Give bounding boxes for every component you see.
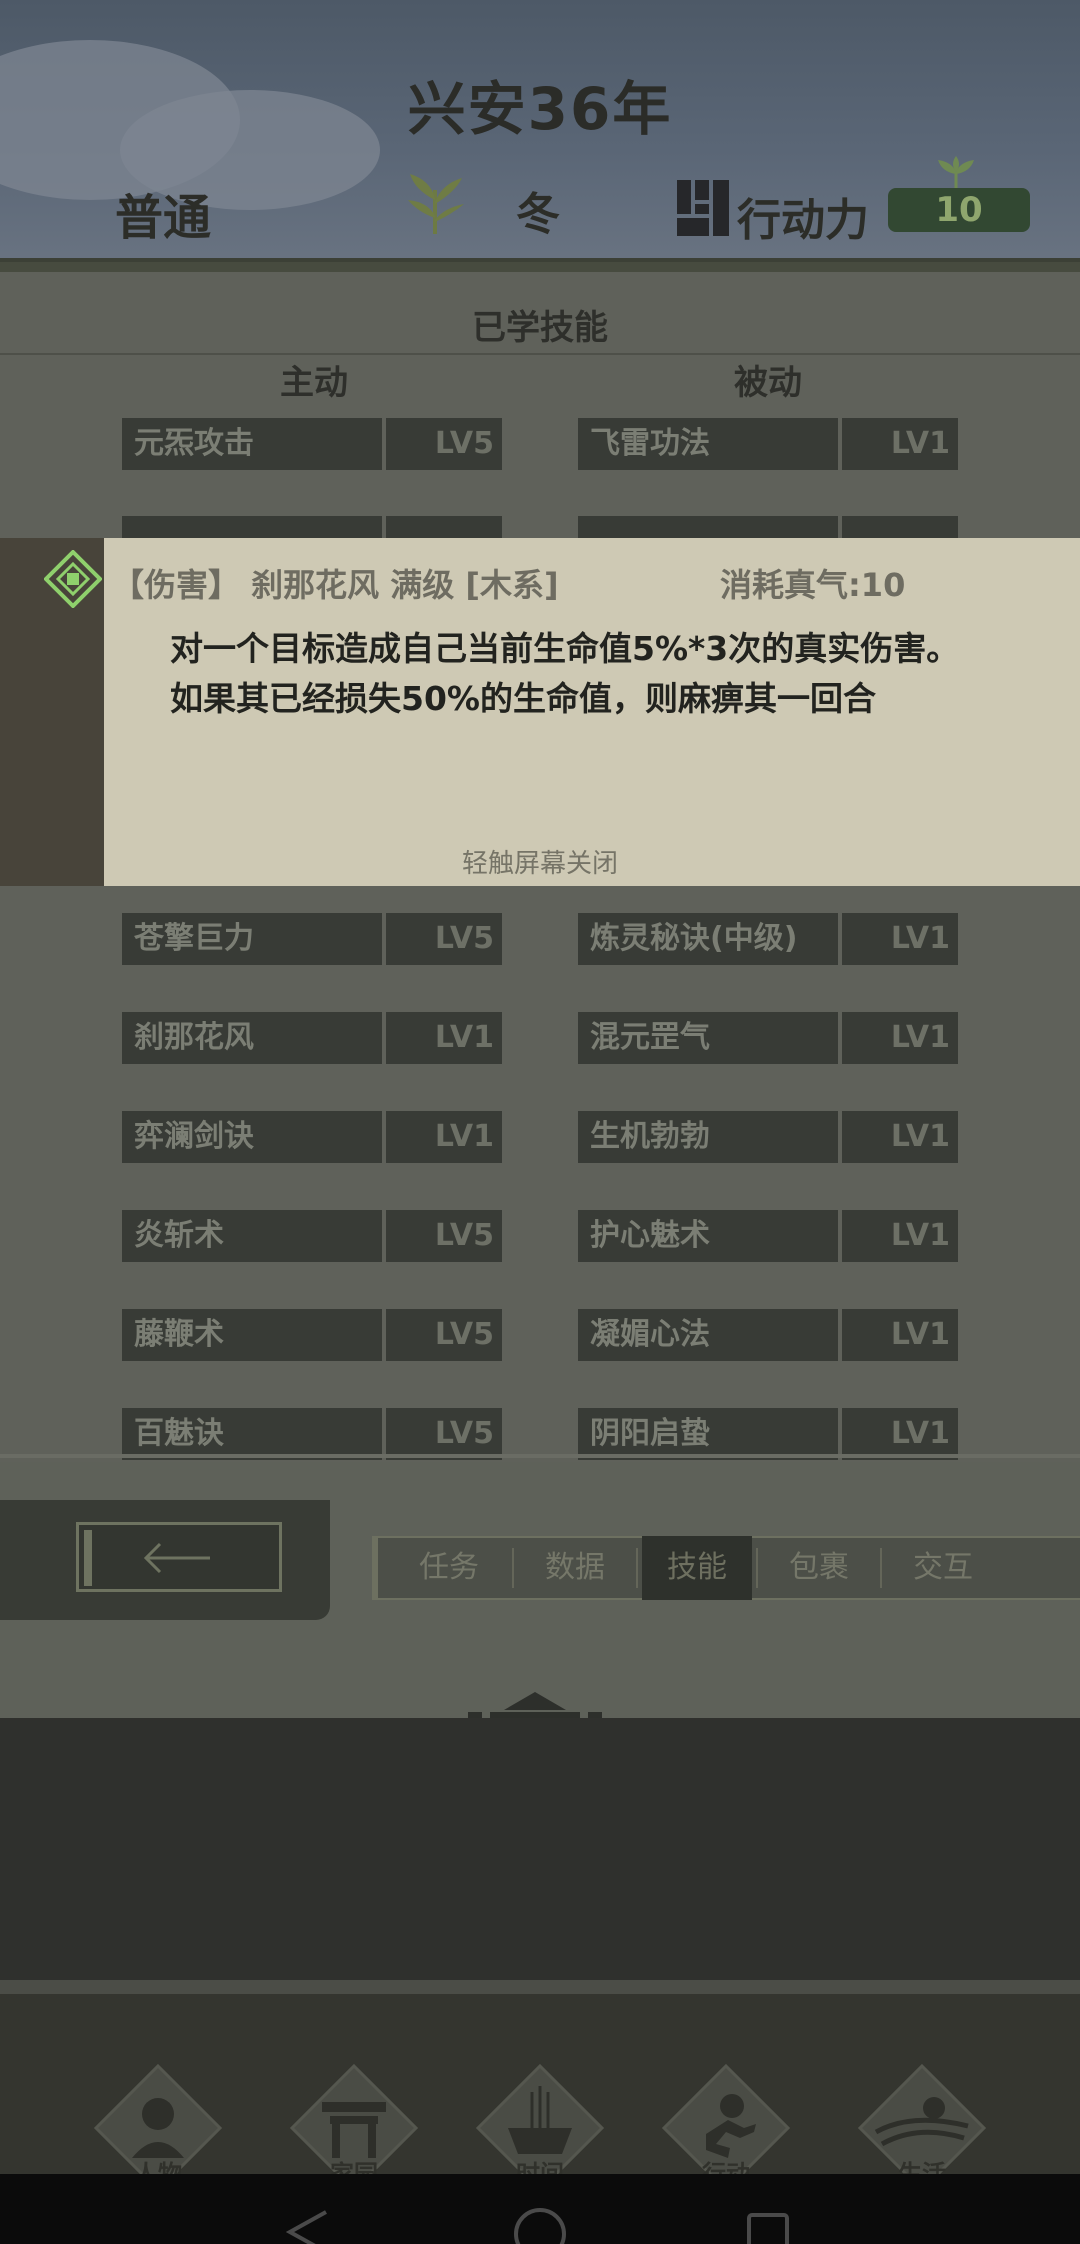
tab-divider — [636, 1548, 638, 1588]
back-triangle-icon[interactable] — [286, 2210, 330, 2244]
action-points-label: 行动力 — [737, 195, 869, 246]
tab-skills[interactable]: 技能 — [642, 1536, 752, 1600]
tooltip-cost: 消耗真气:10 — [720, 566, 906, 604]
tooltip-description: 对一个目标造成自己当前生命值5%*3次的真实伤害。 如果其已经损失50%的生命值… — [170, 624, 959, 724]
nav-time[interactable]: 时间 — [470, 2062, 610, 2193]
expand-handle-icon[interactable] — [468, 1684, 602, 1718]
strip-divider — [0, 1980, 1080, 1994]
skill-level-active: LV5 — [386, 1210, 502, 1262]
skills-title: 已学技能 — [472, 308, 608, 348]
skill-name-active[interactable]: 苍擎巨力 — [122, 913, 382, 965]
skill-name-active[interactable]: 炎斩术 — [122, 1210, 382, 1262]
passive-column-heading: 被动 — [734, 363, 802, 403]
skill-name-active[interactable]: 弈澜剑诀 — [122, 1111, 382, 1163]
diamond-icon — [44, 550, 102, 608]
tab-divider — [880, 1548, 882, 1588]
skill-level-passive: LV1 — [842, 1309, 958, 1361]
skill-name-passive[interactable]: 生机勃勃 — [578, 1111, 838, 1163]
tooltip-line-1: 对一个目标造成自己当前生命值5%*3次的真实伤害。 — [170, 629, 960, 668]
tab-data[interactable]: 数据 — [520, 1536, 630, 1600]
season-label: 冬 — [516, 189, 560, 240]
back-button-bar — [84, 1530, 92, 1586]
skill-name-passive[interactable]: 混元罡气 — [578, 1012, 838, 1064]
tab-tasks[interactable]: 任务 — [394, 1536, 504, 1600]
tooltip-header: 【伤害】 刹那花风 满级 [木系] — [112, 566, 559, 604]
sprout-icon — [938, 156, 974, 190]
nav-character[interactable]: 人物 — [88, 2062, 228, 2193]
skill-level-active: LV1 — [386, 1012, 502, 1064]
skill-level-active: LV5 — [386, 1309, 502, 1361]
nav-life[interactable]: 生活 — [852, 2062, 992, 2193]
year-title: 兴安36年 — [407, 75, 673, 143]
skill-name-passive[interactable]: 凝媚心法 — [578, 1309, 838, 1361]
skill-level-active: LV5 — [386, 418, 502, 470]
recents-square-icon[interactable] — [746, 2212, 790, 2244]
skill-name-passive[interactable]: 阴阳启蛰 — [578, 1408, 838, 1460]
title-divider — [0, 353, 1080, 355]
skill-level-passive: LV1 — [842, 1111, 958, 1163]
active-column-heading: 主动 — [280, 363, 348, 403]
skill-level-passive: LV1 — [842, 1408, 958, 1460]
action-points-value: 10 — [888, 188, 1030, 232]
band-divider — [0, 1454, 1080, 1458]
skill-level-active: LV1 — [386, 1111, 502, 1163]
difficulty-mode: 普通 — [115, 190, 212, 246]
skill-level-active: LV5 — [386, 913, 502, 965]
grid-icon — [677, 180, 729, 236]
skill-level-passive: LV1 — [842, 1210, 958, 1262]
skill-name-active[interactable]: 百魅诀 — [122, 1408, 382, 1460]
left-arrow-icon — [143, 1542, 210, 1574]
skill-name-active[interactable]: 刹那花风 — [122, 1012, 382, 1064]
skill-level-active: LV5 — [386, 1408, 502, 1460]
skill-level-passive: LV1 — [842, 913, 958, 965]
tab-divider — [512, 1548, 514, 1588]
tab-inventory[interactable]: 包裹 — [764, 1536, 874, 1600]
tap-to-close-hint: 轻触屏幕关闭 — [461, 849, 618, 879]
wheat-icon — [408, 174, 464, 234]
tab-interact[interactable]: 交互 — [888, 1536, 998, 1600]
skill-name-passive[interactable]: 炼灵秘诀(中级) — [578, 913, 838, 965]
skill-name-passive[interactable]: 护心魅术 — [578, 1210, 838, 1262]
tab-divider — [756, 1548, 758, 1588]
nav-action[interactable]: 行动 — [656, 2062, 796, 2193]
skill-name-active[interactable]: 藤鞭术 — [122, 1309, 382, 1361]
skill-level-passive: LV1 — [842, 1012, 958, 1064]
skill-name-passive[interactable]: 飞雷功法 — [578, 418, 838, 470]
tooltip-line-2: 如果其已经损失50%的生命值，则麻痹其一回合 — [170, 679, 876, 718]
nav-home[interactable]: 家园 — [284, 2062, 424, 2193]
home-circle-icon[interactable] — [512, 2206, 568, 2244]
skill-name-active[interactable]: 元炁攻击 — [122, 418, 382, 470]
skill-level-passive: LV1 — [842, 418, 958, 470]
content-strip — [0, 1718, 1080, 1980]
